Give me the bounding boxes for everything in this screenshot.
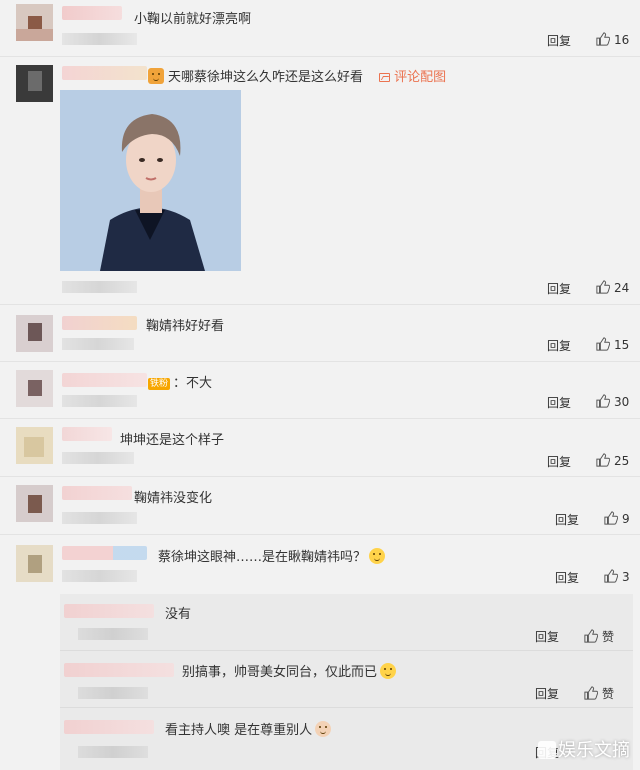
reply-button[interactable]: 回复 bbox=[547, 394, 571, 411]
timestamp-blurred bbox=[78, 628, 148, 640]
like-label: 赞 bbox=[602, 687, 615, 701]
username-blurred[interactable] bbox=[62, 546, 147, 560]
timestamp-blurred bbox=[62, 395, 137, 407]
thumbs-up-icon bbox=[584, 629, 598, 643]
timestamp-blurred bbox=[62, 512, 137, 524]
reply-button[interactable]: 回复 bbox=[547, 337, 571, 354]
comment-item: 铁粉 ：不大 回复 30 bbox=[0, 362, 640, 419]
avatar[interactable] bbox=[16, 315, 53, 352]
like-count: 24 bbox=[614, 281, 630, 295]
thumbs-up-icon bbox=[596, 337, 610, 351]
avatar[interactable] bbox=[16, 4, 53, 41]
comment-image-link[interactable]: 评论配图 bbox=[379, 70, 446, 85]
fan-badge: 铁粉 bbox=[148, 378, 171, 390]
username-blurred[interactable] bbox=[62, 316, 137, 330]
username-blurred[interactable] bbox=[62, 373, 147, 387]
like-count: 30 bbox=[614, 395, 630, 409]
like-count: 3 bbox=[622, 570, 630, 584]
avatar[interactable] bbox=[16, 370, 53, 407]
username-blurred[interactable] bbox=[64, 663, 174, 677]
like-label: 赞 bbox=[602, 630, 615, 644]
reply-text: 没有 bbox=[165, 607, 192, 622]
thumbs-up-icon bbox=[604, 569, 618, 583]
thumbs-up-icon bbox=[596, 453, 610, 467]
watermark: 娱乐文摘 bbox=[538, 736, 630, 762]
avatar[interactable] bbox=[16, 65, 53, 102]
reply-text: 别搞事，帅哥美女同台，仅此而已 bbox=[182, 665, 378, 680]
comment-text: 鞠婧祎没变化 bbox=[134, 491, 213, 506]
comment-text: 鞠婧祎好好看 bbox=[146, 319, 225, 334]
like-button[interactable]: 30 bbox=[596, 394, 629, 409]
wink-emoji-icon bbox=[369, 548, 386, 564]
username-blurred[interactable] bbox=[62, 486, 132, 500]
comment-text-line: 天哪蔡徐坤这么久咋还是这么好看 评论配图 bbox=[148, 66, 446, 85]
comment-text: ：不大 bbox=[173, 376, 213, 391]
like-button[interactable]: 24 bbox=[596, 280, 629, 295]
avatar[interactable] bbox=[16, 545, 53, 582]
timestamp-blurred bbox=[78, 687, 148, 699]
reply-button[interactable]: 回复 bbox=[547, 453, 571, 470]
comment-text: 小鞠以前就好漂亮啊 bbox=[134, 12, 252, 27]
avatar[interactable] bbox=[16, 485, 53, 522]
reply-button[interactable]: 回复 bbox=[535, 685, 559, 702]
username-blurred[interactable] bbox=[62, 66, 147, 80]
comment-text: 坤坤还是这个样子 bbox=[120, 433, 225, 448]
timestamp-blurred bbox=[62, 338, 134, 350]
like-button[interactable]: 赞 bbox=[584, 685, 614, 702]
comment-text-line: 蔡徐坤这眼神……是在瞅鞠婧祎吗？ bbox=[158, 546, 386, 565]
like-count: 16 bbox=[614, 33, 630, 47]
username-blurred[interactable] bbox=[64, 720, 154, 734]
like-button[interactable]: 9 bbox=[604, 511, 630, 526]
comment-item: 小鞠以前就好漂亮啊 回复 16 bbox=[0, 0, 640, 57]
watermark-logo-icon bbox=[538, 741, 556, 759]
comment-item: 鞠婧祎好好看 回复 15 bbox=[0, 305, 640, 362]
like-button[interactable]: 15 bbox=[596, 337, 629, 352]
portrait-image bbox=[60, 90, 241, 271]
bow-emoji-icon bbox=[315, 721, 332, 737]
reply-button[interactable]: 回复 bbox=[555, 569, 579, 586]
like-count: 15 bbox=[614, 338, 630, 352]
username-blurred[interactable] bbox=[62, 427, 112, 441]
comment-item: 鞠婧祎没变化 回复 9 bbox=[0, 477, 640, 535]
avatar[interactable] bbox=[16, 427, 53, 464]
comment-text-line: 铁粉 ：不大 bbox=[148, 372, 212, 391]
timestamp-blurred bbox=[62, 281, 137, 293]
fan-badge-icon bbox=[148, 68, 164, 84]
like-button[interactable]: 16 bbox=[596, 32, 629, 47]
hug-emoji-icon bbox=[380, 663, 397, 679]
timestamp-blurred bbox=[62, 33, 137, 45]
thumbs-up-icon bbox=[604, 511, 618, 525]
reply-item: 没有 回复 赞 bbox=[60, 594, 633, 651]
timestamp-blurred bbox=[62, 452, 134, 464]
timestamp-blurred bbox=[78, 746, 148, 758]
like-count: 25 bbox=[614, 454, 630, 468]
like-count: 9 bbox=[622, 512, 630, 526]
reply-text-line: 看主持人噢 是在尊重别人 bbox=[165, 719, 332, 738]
comment-text: 天哪蔡徐坤这么久咋还是这么好看 bbox=[168, 70, 364, 85]
reply-text-line: 别搞事，帅哥美女同台，仅此而已 bbox=[182, 661, 397, 680]
thumbs-up-icon bbox=[584, 686, 598, 700]
thumbs-up-icon bbox=[596, 32, 610, 46]
like-button[interactable]: 3 bbox=[604, 569, 630, 584]
thumbs-up-icon bbox=[596, 394, 610, 408]
username-blurred[interactable] bbox=[62, 6, 122, 20]
reply-item: 别搞事，帅哥美女同台，仅此而已 回复 赞 bbox=[60, 651, 633, 708]
comment-text: 蔡徐坤这眼神……是在瞅鞠婧祎吗？ bbox=[158, 550, 367, 565]
reply-button[interactable]: 回复 bbox=[547, 32, 571, 49]
reply-button[interactable]: 回复 bbox=[535, 628, 559, 645]
thumbs-up-icon bbox=[596, 280, 610, 294]
image-icon bbox=[379, 73, 391, 82]
comment-item: 坤坤还是这个样子 回复 25 bbox=[0, 419, 640, 477]
username-blurred[interactable] bbox=[64, 604, 154, 618]
comment-photo[interactable] bbox=[60, 90, 241, 271]
timestamp-blurred bbox=[62, 570, 137, 582]
reply-button[interactable]: 回复 bbox=[547, 280, 571, 297]
like-button[interactable]: 赞 bbox=[584, 628, 614, 645]
reply-button[interactable]: 回复 bbox=[555, 511, 579, 528]
like-button[interactable]: 25 bbox=[596, 453, 629, 468]
reply-text: 看主持人噢 是在尊重别人 bbox=[165, 723, 313, 738]
